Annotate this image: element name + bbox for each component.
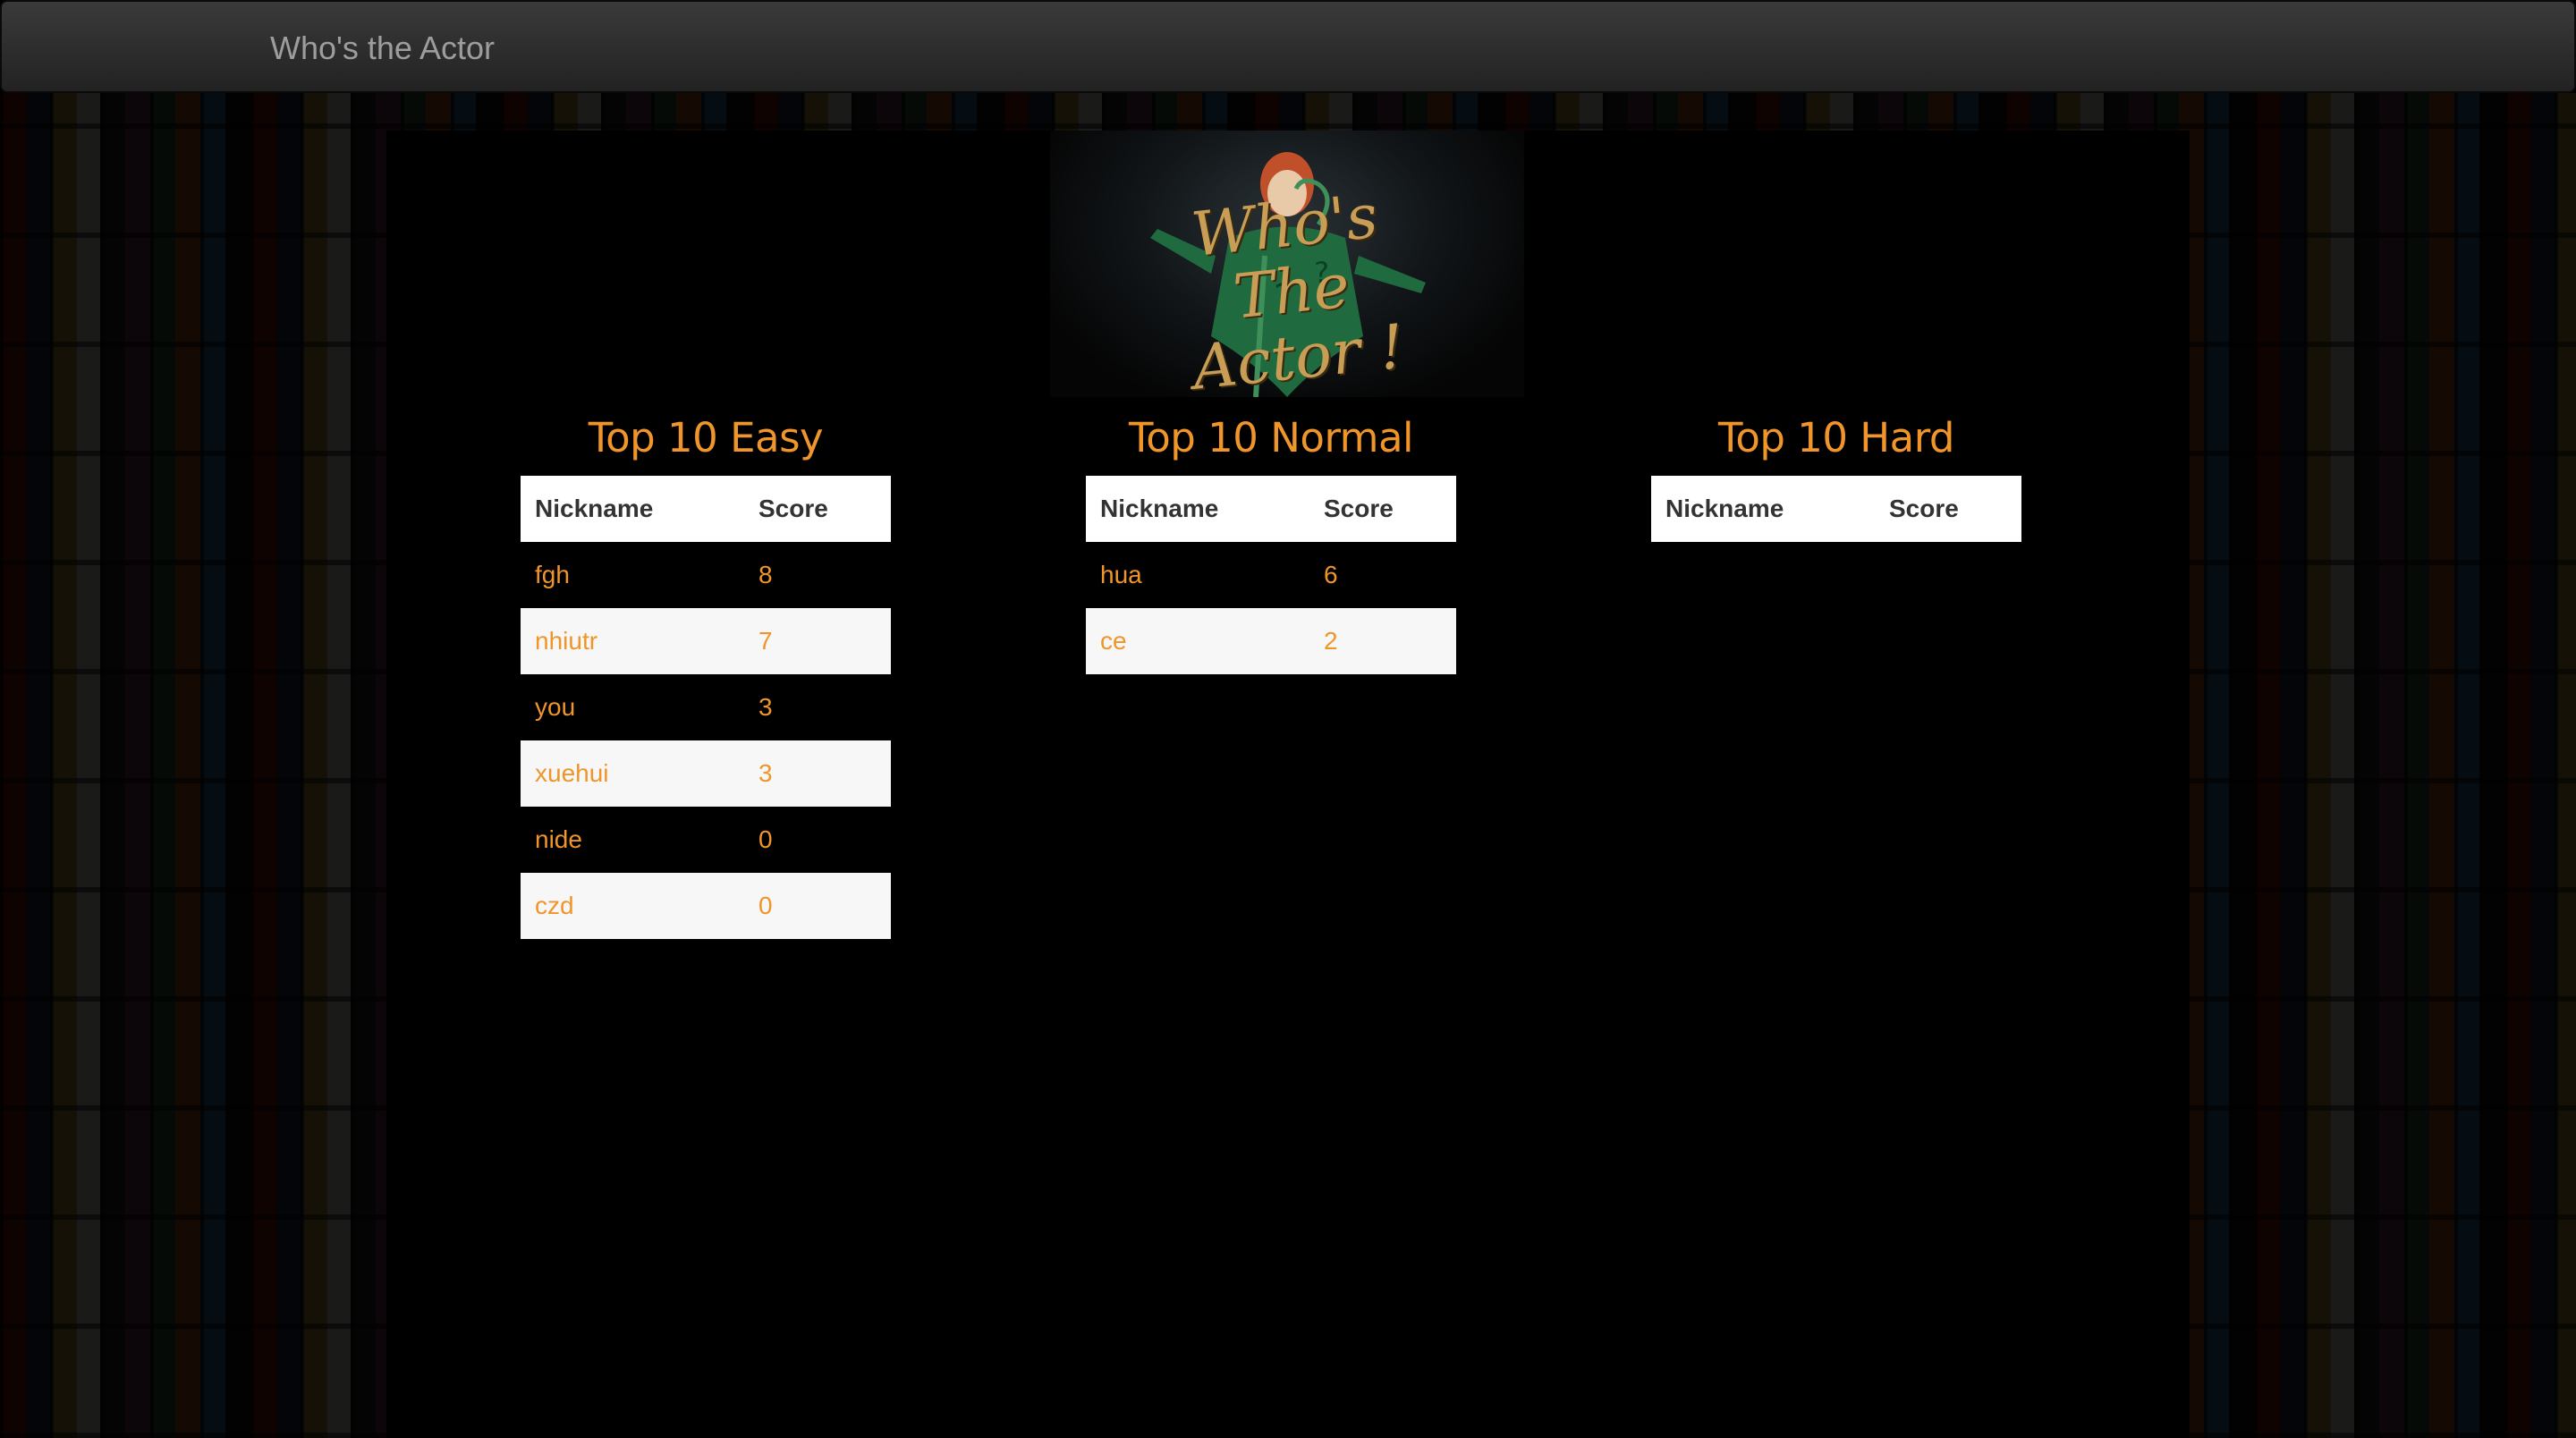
table-row: xuehui 3 xyxy=(521,740,891,807)
nickname-cell: fgh xyxy=(535,561,570,588)
nickname-cell: ce xyxy=(1086,608,1309,674)
leaderboard-easy: Top 10 Easy Nickname Score fgh 8 nhiutr … xyxy=(521,408,891,939)
column-header-score: Score xyxy=(744,476,891,542)
nickname-cell: nhiutr xyxy=(521,608,744,674)
table-header-row: Nickname Score xyxy=(1086,476,1456,542)
table-row: nide 0 xyxy=(521,807,891,873)
whos-the-actor-logo-image: ? ? Who's The Actor ! xyxy=(1050,131,1524,397)
score-cell: 7 xyxy=(744,608,891,674)
top-navbar: Who's the Actor xyxy=(0,0,2576,93)
column-header-nickname: Nickname xyxy=(1651,476,1875,542)
score-cell: 8 xyxy=(758,561,773,588)
table-row: czd 0 xyxy=(521,873,891,939)
score-cell: 2 xyxy=(1309,608,1456,674)
column-header-score: Score xyxy=(1875,476,2021,542)
leaderboard-easy-table: Nickname Score fgh 8 nhiutr 7 you 3 xueh… xyxy=(521,476,891,939)
leaderboard-normal-table: Nickname Score hua 6 ce 2 xyxy=(1086,476,1456,674)
table-row: nhiutr 7 xyxy=(521,608,891,674)
nickname-cell: nide xyxy=(535,825,582,853)
score-cell: 0 xyxy=(758,825,773,853)
score-cell: 6 xyxy=(1324,561,1338,588)
score-cell: 0 xyxy=(744,873,891,939)
score-cell: 3 xyxy=(744,740,891,807)
leaderboard-normal: Top 10 Normal Nickname Score hua 6 ce 2 xyxy=(1086,408,1456,674)
table-header-row: Nickname Score xyxy=(521,476,891,542)
nickname-cell: hua xyxy=(1100,561,1142,588)
nickname-cell: czd xyxy=(521,873,744,939)
leaderboard-easy-title: Top 10 Easy xyxy=(588,414,824,461)
leaderboard-hard: Top 10 Hard Nickname Score xyxy=(1651,408,2021,542)
score-cell: 3 xyxy=(758,693,773,721)
navbar-brand-link[interactable]: Who's the Actor xyxy=(270,27,495,70)
column-header-nickname: Nickname xyxy=(521,476,744,542)
table-row: hua 6 xyxy=(1086,542,1456,608)
nickname-cell: you xyxy=(535,693,576,721)
leaderboard-normal-title: Top 10 Normal xyxy=(1128,414,1414,461)
logo-title-text: Who's The Actor ! xyxy=(1130,178,1453,397)
column-header-nickname: Nickname xyxy=(1086,476,1309,542)
nickname-cell: xuehui xyxy=(521,740,744,807)
table-row: ce 2 xyxy=(1086,608,1456,674)
leaderboard-hard-table: Nickname Score xyxy=(1651,476,2021,542)
column-header-score: Score xyxy=(1309,476,1456,542)
leaderboard-hard-title: Top 10 Hard xyxy=(1718,414,1955,461)
table-header-row: Nickname Score xyxy=(1651,476,2021,542)
main-container: ? ? Who's The Actor ! Top 10 Easy Nickna… xyxy=(386,131,2190,1438)
table-row: fgh 8 xyxy=(521,542,891,608)
table-row: you 3 xyxy=(521,674,891,740)
